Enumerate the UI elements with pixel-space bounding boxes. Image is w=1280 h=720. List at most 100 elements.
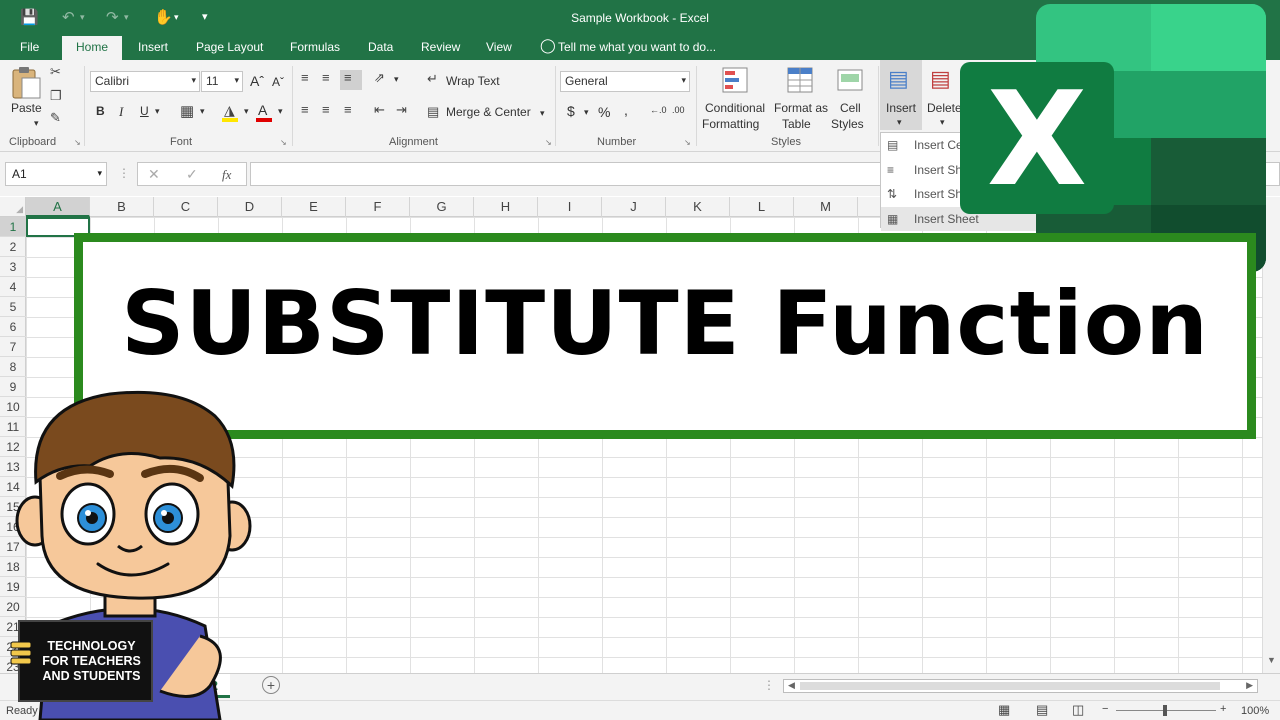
tab-file[interactable]: File: [18, 40, 41, 54]
borders-icon[interactable]: ▦: [180, 102, 194, 120]
zoom-slider-thumb[interactable]: [1163, 705, 1167, 716]
align-left-icon[interactable]: ≡: [301, 102, 309, 117]
scroll-right-icon[interactable]: ▶: [1246, 680, 1253, 691]
delete-button[interactable]: Delete: [927, 101, 962, 115]
underline-button[interactable]: U: [140, 104, 149, 118]
bottom-align-icon[interactable]: ≡: [344, 70, 352, 85]
zoom-in-icon[interactable]: +: [1220, 703, 1226, 715]
middle-align-icon[interactable]: ≡: [322, 70, 330, 85]
bold-button[interactable]: B: [96, 104, 105, 118]
cell-styles-icon[interactable]: [836, 66, 866, 96]
column-header[interactable]: G: [410, 197, 474, 217]
zoom-level[interactable]: 100%: [1241, 705, 1269, 717]
zoom-out-icon[interactable]: −: [1102, 703, 1108, 715]
column-header[interactable]: K: [666, 197, 730, 217]
font-color-dropdown-icon[interactable]: ▾: [278, 106, 283, 117]
percent-icon[interactable]: %: [598, 104, 610, 120]
column-header[interactable]: B: [90, 197, 154, 217]
tab-formulas[interactable]: Formulas: [288, 40, 342, 54]
wrap-text-button[interactable]: Wrap Text: [446, 74, 500, 88]
paste-button[interactable]: Paste: [11, 101, 42, 115]
cell-styles-label-2[interactable]: Styles: [831, 117, 864, 131]
insert-dropdown-icon[interactable]: ▾: [897, 117, 902, 128]
format-painter-icon[interactable]: ✎: [50, 110, 61, 126]
row-header[interactable]: 5: [0, 297, 26, 317]
currency-icon[interactable]: $: [567, 103, 575, 119]
column-header[interactable]: J: [602, 197, 666, 217]
shrink-font-icon[interactable]: Aˇ: [272, 75, 284, 89]
top-align-icon[interactable]: ≡: [301, 70, 309, 85]
conditional-formatting-icon[interactable]: [721, 66, 751, 96]
copy-icon[interactable]: ❐: [50, 88, 62, 104]
tab-insert[interactable]: Insert: [136, 40, 170, 54]
column-header[interactable]: A: [26, 197, 90, 217]
cancel-icon[interactable]: ✕: [148, 166, 160, 183]
row-header[interactable]: 6: [0, 317, 26, 337]
column-header[interactable]: D: [218, 197, 282, 217]
underline-dropdown-icon[interactable]: ▾: [155, 106, 160, 117]
paste-icon[interactable]: [10, 66, 42, 100]
column-header[interactable]: I: [538, 197, 602, 217]
column-header[interactable]: F: [346, 197, 410, 217]
column-header[interactable]: E: [282, 197, 346, 217]
fill-color-icon[interactable]: ◮: [224, 102, 235, 119]
page-layout-view-icon[interactable]: ▤: [1036, 702, 1048, 718]
enter-icon[interactable]: ✓: [186, 166, 198, 183]
cut-icon[interactable]: ✂: [50, 64, 61, 80]
tab-data[interactable]: Data: [366, 40, 395, 54]
alignment-launcher-icon[interactable]: ↘: [545, 138, 552, 147]
increase-decimal-icon[interactable]: ←.0: [650, 105, 667, 115]
orientation-icon[interactable]: ⇗: [374, 70, 385, 86]
decrease-decimal-icon[interactable]: .00: [672, 105, 685, 115]
column-header[interactable]: H: [474, 197, 538, 217]
align-center-icon[interactable]: ≡: [322, 102, 330, 117]
font-name-select[interactable]: Calibri ▾: [90, 71, 200, 92]
horizontal-scrollbar[interactable]: ◀ ▶: [783, 679, 1258, 693]
borders-dropdown-icon[interactable]: ▾: [200, 106, 205, 117]
increase-indent-icon[interactable]: ⇥: [396, 102, 407, 118]
tab-page-layout[interactable]: Page Layout: [194, 40, 265, 54]
row-header[interactable]: 3: [0, 257, 26, 277]
merge-dropdown-icon[interactable]: ▾: [540, 108, 545, 119]
delete-cells-icon[interactable]: ▤: [930, 66, 951, 92]
tab-view[interactable]: View: [484, 40, 514, 54]
font-color-icon[interactable]: A: [258, 102, 267, 118]
format-as-table-icon[interactable]: [786, 66, 816, 96]
row-header[interactable]: 2: [0, 237, 26, 257]
name-box[interactable]: A1 ▾: [5, 162, 107, 186]
insert-function-button[interactable]: fx: [222, 167, 231, 183]
row-header[interactable]: 1: [0, 217, 26, 237]
insert-cells-icon[interactable]: ▤: [888, 66, 909, 92]
grow-font-icon[interactable]: Aˆ: [250, 73, 264, 89]
format-as-table-label-1[interactable]: Format as: [774, 101, 828, 115]
select-all-button[interactable]: ◢: [0, 197, 26, 217]
conditional-formatting-label-1[interactable]: Conditional: [705, 101, 765, 115]
italic-button[interactable]: I: [119, 104, 123, 120]
scroll-down-icon[interactable]: ▼: [1267, 655, 1276, 665]
orientation-dropdown-icon[interactable]: ▾: [394, 74, 399, 85]
row-header[interactable]: 4: [0, 277, 26, 297]
row-header[interactable]: 8: [0, 357, 26, 377]
clipboard-launcher-icon[interactable]: ↘: [74, 138, 81, 147]
format-as-table-label-2[interactable]: Table: [782, 117, 811, 131]
number-launcher-icon[interactable]: ↘: [684, 138, 691, 147]
number-format-select[interactable]: General ▾: [560, 71, 690, 92]
merge-center-button[interactable]: Merge & Center: [446, 105, 531, 119]
comma-icon[interactable]: ,: [624, 102, 628, 118]
scroll-thumb[interactable]: [800, 682, 1220, 690]
tell-me-search[interactable]: Tell me what you want to do...: [556, 40, 718, 54]
scroll-left-icon[interactable]: ◀: [788, 680, 795, 691]
font-launcher-icon[interactable]: ↘: [280, 138, 287, 147]
normal-view-icon[interactable]: ▦: [998, 702, 1010, 718]
currency-dropdown-icon[interactable]: ▾: [584, 107, 589, 118]
tab-home[interactable]: Home: [62, 36, 123, 60]
delete-dropdown-icon[interactable]: ▾: [940, 117, 945, 128]
cell-styles-label-1[interactable]: Cell: [840, 101, 861, 115]
font-size-select[interactable]: 11 ▾: [201, 71, 243, 92]
align-right-icon[interactable]: ≡: [344, 102, 352, 117]
tab-review[interactable]: Review: [419, 40, 462, 54]
insert-button[interactable]: Insert: [886, 101, 916, 115]
paste-dropdown-icon[interactable]: ▾: [34, 118, 39, 129]
fill-dropdown-icon[interactable]: ▾: [244, 106, 249, 117]
row-header[interactable]: 7: [0, 337, 26, 357]
